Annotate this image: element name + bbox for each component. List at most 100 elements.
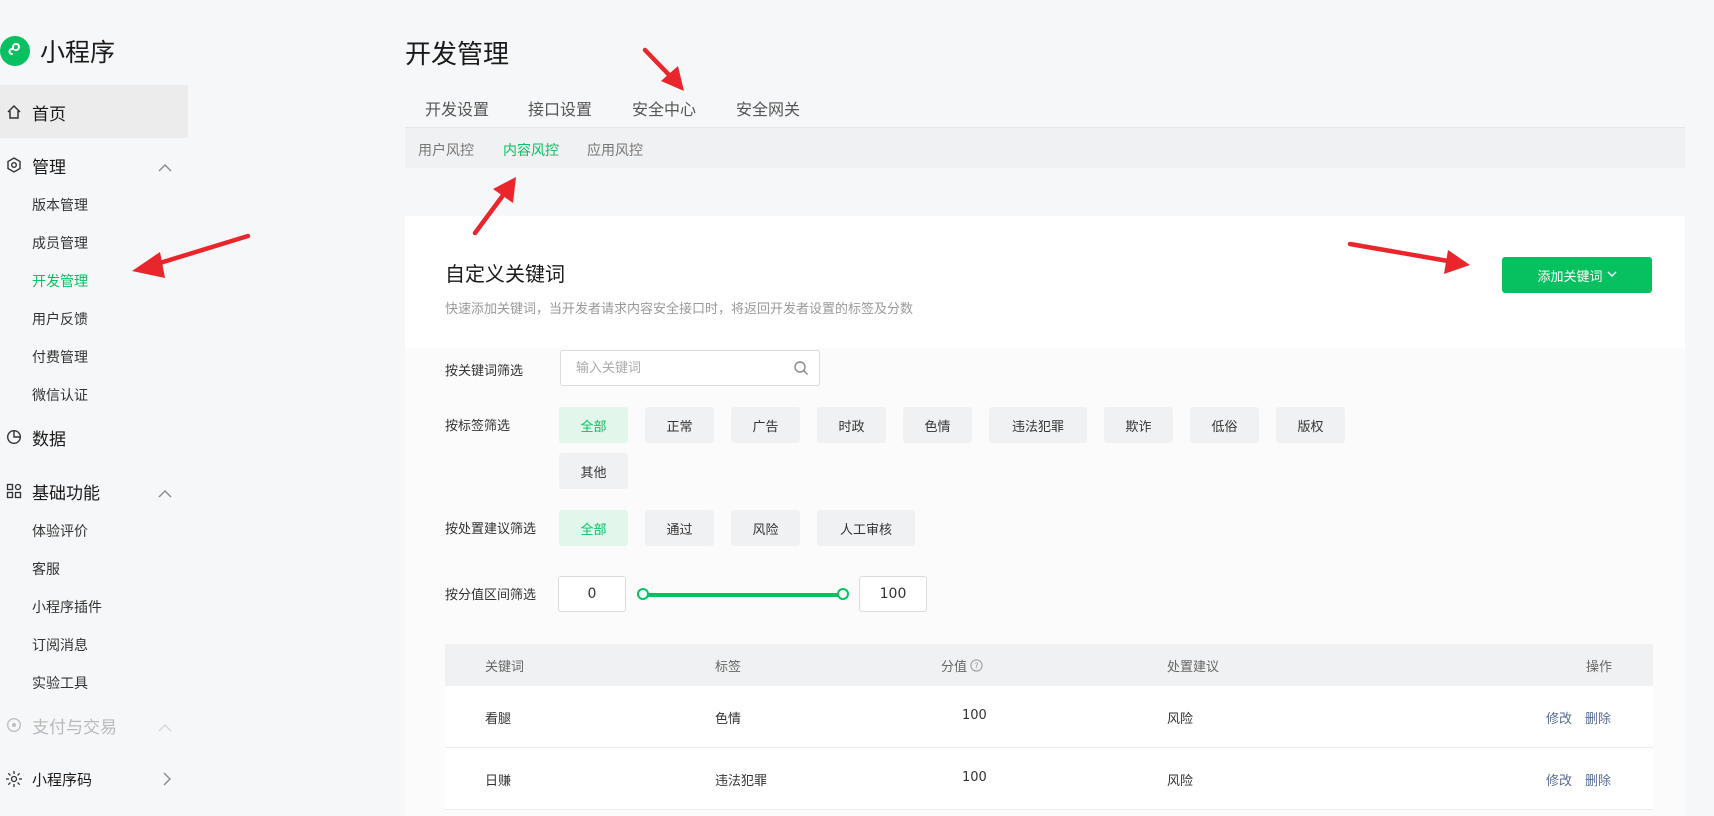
sidebar-group-payment[interactable]: 支付与交易 <box>0 710 190 740</box>
edit-link[interactable]: 修改 <box>1546 770 1572 789</box>
card-header: 自定义关键词 快速添加关键词，当开发者请求内容安全接口时，将返回开发者设置的标签… <box>405 216 1685 348</box>
suggest-chip-risk[interactable]: 风险 <box>731 510 800 546</box>
suggest-chip-manual[interactable]: 人工审核 <box>817 510 915 546</box>
sidebar-item-wechat-auth[interactable]: 微信认证 <box>32 386 88 406</box>
score-slider-min-handle[interactable] <box>637 588 649 600</box>
chevron-up-icon <box>158 484 172 504</box>
tab-api-settings[interactable]: 接口设置 <box>528 96 592 120</box>
suggest-filter-label: 按处置建议筛选 <box>445 522 537 537</box>
cell-tag: 色情 <box>715 712 742 727</box>
qrcode-icon <box>5 770 23 788</box>
sidebar-item-version[interactable]: 版本管理 <box>32 196 88 216</box>
sidebar-item-home[interactable]: 首页 <box>0 85 188 138</box>
search-icon[interactable] <box>793 360 809 380</box>
home-icon <box>5 103 23 121</box>
keyword-filter-label: 按关键词筛选 <box>445 364 524 379</box>
col-suggest: 处置建议 <box>1167 660 1220 675</box>
tag-chip-porn[interactable]: 色情 <box>903 407 972 443</box>
score-min-input[interactable]: 0 <box>558 576 626 612</box>
col-actions: 操作 <box>1586 660 1613 675</box>
pie-chart-icon <box>5 428 23 446</box>
subtab-bar: 用户风控 内容风控 应用风控 <box>405 128 1685 168</box>
tag-chip-other[interactable]: 其他 <box>559 453 628 489</box>
cell-tag: 违法犯罪 <box>715 774 768 789</box>
delete-link[interactable]: 删除 <box>1585 770 1611 789</box>
logo-icon <box>0 36 30 66</box>
cell-keyword: 日赚 <box>485 774 512 789</box>
cell-score: 100 <box>962 708 987 723</box>
arrow-to-security-center <box>642 47 684 91</box>
subtab-app-risk[interactable]: 应用风控 <box>587 140 643 160</box>
score-slider-max-handle[interactable] <box>837 588 849 600</box>
sidebar-group-manage[interactable]: 管理 <box>0 150 190 180</box>
sidebar-item-label: 首页 <box>32 104 66 125</box>
sidebar-group-label: 支付与交易 <box>32 717 117 738</box>
keyword-search-input[interactable] <box>576 359 776 377</box>
card-description: 快速添加关键词，当开发者请求内容安全接口时，将返回开发者设置的标签及分数 <box>445 302 914 317</box>
cell-suggest: 风险 <box>1167 712 1194 727</box>
sidebar-item-members[interactable]: 成员管理 <box>32 234 88 254</box>
sidebar-item-lab-tools[interactable]: 实验工具 <box>32 674 88 694</box>
tag-chip-normal[interactable]: 正常 <box>645 407 714 443</box>
sidebar-item-feedback[interactable]: 用户反馈 <box>32 310 88 330</box>
tag-chip-fraud[interactable]: 欺诈 <box>1104 407 1173 443</box>
col-keyword: 关键词 <box>485 660 525 675</box>
chevron-up-icon <box>158 158 172 178</box>
svg-text:?: ? <box>974 662 978 671</box>
sidebar-item-service[interactable]: 客服 <box>32 560 60 580</box>
edit-link[interactable]: 修改 <box>1546 708 1572 727</box>
col-tag: 标签 <box>715 660 742 675</box>
sidebar-item-qrcode[interactable]: 小程序码 <box>0 764 190 794</box>
tab-security-gateway[interactable]: 安全网关 <box>736 96 800 120</box>
sidebar: 小程序 首页 管理 版本管理 成员管理 开发管理 用户反馈 付费管理 微信认证 … <box>0 0 190 816</box>
cell-suggest: 风险 <box>1167 774 1194 789</box>
add-keyword-button[interactable]: 添加关键词 <box>1502 257 1652 293</box>
tag-chip-all[interactable]: 全部 <box>559 407 628 443</box>
brand-logo[interactable]: 小程序 <box>0 34 115 68</box>
sidebar-item-data[interactable]: 数据 <box>0 422 190 452</box>
tag-filter-label: 按标签筛选 <box>445 419 511 434</box>
score-max-input[interactable]: 100 <box>859 576 927 612</box>
sidebar-item-billing[interactable]: 付费管理 <box>32 348 88 368</box>
sidebar-group-label: 基础功能 <box>32 483 100 504</box>
cell-keyword: 看腿 <box>485 712 512 727</box>
table-row: 日赚 违法犯罪 100 风险 修改 删除 <box>445 748 1653 810</box>
subtab-user-risk[interactable]: 用户风控 <box>418 140 474 160</box>
subtab-content-risk[interactable]: 内容风控 <box>503 140 559 160</box>
sidebar-item-label: 数据 <box>32 429 66 450</box>
delete-link[interactable]: 删除 <box>1585 708 1611 727</box>
tag-chip-illegal[interactable]: 违法犯罪 <box>989 407 1087 443</box>
table-row: 看腿 色情 100 风险 修改 删除 <box>445 686 1653 748</box>
col-score: 分值 ? <box>941 656 983 675</box>
wallet-icon <box>5 716 23 734</box>
help-icon[interactable]: ? <box>970 659 983 672</box>
suggest-chip-pass[interactable]: 通过 <box>645 510 714 546</box>
score-slider-track[interactable] <box>642 593 842 597</box>
tab-security-center[interactable]: 安全中心 <box>632 96 696 120</box>
keyword-search-box[interactable] <box>560 350 820 386</box>
table-header: 关键词 标签 分值 ? 处置建议 操作 <box>445 644 1653 686</box>
score-filter-label: 按分值区间筛选 <box>445 588 537 603</box>
sidebar-group-label: 管理 <box>32 157 66 178</box>
page-title: 开发管理 <box>405 40 510 70</box>
tag-chip-vulgar[interactable]: 低俗 <box>1190 407 1259 443</box>
tag-chip-ad[interactable]: 广告 <box>731 407 800 443</box>
col-score-label: 分值 <box>941 660 968 675</box>
apps-icon <box>5 482 23 500</box>
keyword-card: 自定义关键词 快速添加关键词，当开发者请求内容安全接口时，将返回开发者设置的标签… <box>405 216 1685 816</box>
card-title: 自定义关键词 <box>445 262 565 286</box>
chevron-up-icon <box>158 718 172 738</box>
sidebar-group-basic[interactable]: 基础功能 <box>0 476 190 506</box>
tag-chip-politics[interactable]: 时政 <box>817 407 886 443</box>
sidebar-item-label: 小程序码 <box>32 770 93 789</box>
tag-chip-copyright[interactable]: 版权 <box>1276 407 1345 443</box>
sidebar-item-plugins[interactable]: 小程序插件 <box>32 598 102 618</box>
suggest-chip-all[interactable]: 全部 <box>559 510 628 546</box>
sidebar-item-dev-manage[interactable]: 开发管理 <box>32 272 88 292</box>
cell-score: 100 <box>962 770 987 785</box>
sidebar-item-rating[interactable]: 体验评价 <box>32 522 88 542</box>
sidebar-item-subscribe[interactable]: 订阅消息 <box>32 636 88 656</box>
brand-name: 小程序 <box>40 38 116 67</box>
tab-dev-settings[interactable]: 开发设置 <box>425 96 489 120</box>
caret-down-icon <box>1607 270 1617 281</box>
